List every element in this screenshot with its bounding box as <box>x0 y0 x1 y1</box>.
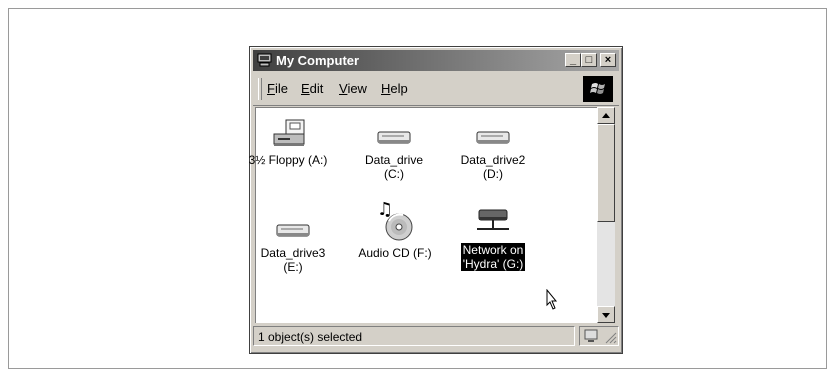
hard-drive-icon <box>377 131 411 144</box>
cd-drive-icon: ♫ <box>377 199 413 241</box>
menu-edit[interactable]: Edit <box>301 81 323 96</box>
menu-file[interactable]: File <box>267 81 288 96</box>
drive-item[interactable]: Data_drive3 (E:) <box>243 211 343 274</box>
floppy-drive-icon <box>273 119 305 146</box>
item-drive-letter: (E:) <box>283 260 303 274</box>
scroll-thumb[interactable] <box>597 124 615 222</box>
window-title: My Computer <box>276 53 360 68</box>
drive-item[interactable]: 3½ Floppy (A:) <box>238 118 338 167</box>
my-computer-window: My Computer _ □ × File Edit View Help 3½… <box>249 46 623 354</box>
status-text: 1 object(s) selected <box>253 326 575 346</box>
item-drive-letter: 'Hydra' (G:) <box>462 257 524 271</box>
arrow-up-icon <box>602 113 610 118</box>
item-label: Data_drive2 <box>460 153 526 167</box>
drive-item[interactable]: Data_drive (C:) <box>344 118 444 181</box>
scroll-up-button[interactable] <box>597 107 615 124</box>
menu-grip <box>258 78 262 100</box>
vertical-scrollbar[interactable] <box>597 107 615 323</box>
hard-drive-icon <box>276 224 310 237</box>
computer-icon <box>257 53 272 67</box>
minimize-button[interactable]: _ <box>565 53 581 67</box>
menu-bar: File Edit View Help <box>253 73 619 106</box>
status-zone <box>579 326 619 346</box>
mouse-cursor-icon <box>546 289 558 310</box>
figure-frame: My Computer _ □ × File Edit View Help 3½… <box>8 8 827 369</box>
drives-view[interactable]: 3½ Floppy (A:) Data_drive (C:) Data_drive… <box>249 107 598 323</box>
maximize-button[interactable]: □ <box>581 53 597 67</box>
menu-help[interactable]: Help <box>381 81 408 96</box>
item-label: Network on <box>462 243 524 257</box>
drive-item[interactable]: ♫ Audio CD (F:) <box>345 199 445 260</box>
item-label: Audio CD (F:) <box>358 246 432 260</box>
item-label: 3½ Floppy (A:) <box>248 153 328 167</box>
title-bar[interactable]: My Computer _ □ × <box>253 50 619 71</box>
item-label: Data_drive3 <box>260 246 326 260</box>
drive-item[interactable]: Network on 'Hydra' (G:) <box>443 204 543 271</box>
scroll-down-button[interactable] <box>597 306 615 323</box>
zone-computer-icon <box>584 329 598 342</box>
menu-view[interactable]: View <box>339 81 367 96</box>
resize-grip-icon[interactable] <box>605 332 617 344</box>
item-drive-letter: (D:) <box>483 167 503 181</box>
close-button[interactable]: × <box>600 53 616 67</box>
item-label: Data_drive <box>364 153 424 167</box>
windows-logo-icon <box>583 76 613 102</box>
item-drive-letter: (C:) <box>384 167 404 181</box>
arrow-down-icon <box>602 313 610 318</box>
network-drive-icon <box>477 209 509 230</box>
status-bar: 1 object(s) selected <box>253 326 619 348</box>
drive-item[interactable]: Data_drive2 (D:) <box>443 118 543 181</box>
hard-drive-icon <box>476 131 510 144</box>
